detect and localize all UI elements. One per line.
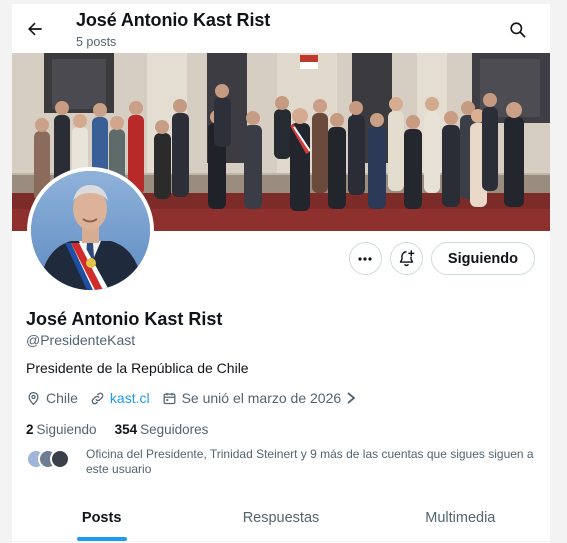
followers-count-link[interactable]: 354 Seguidores bbox=[115, 422, 209, 437]
post-count: 5 posts bbox=[76, 35, 117, 49]
tab-posts[interactable]: Posts bbox=[12, 494, 191, 541]
tab-label: Posts bbox=[81, 509, 122, 526]
location-pin-icon bbox=[28, 391, 39, 405]
website-link[interactable]: kast.cl bbox=[110, 390, 150, 406]
calendar-icon bbox=[163, 392, 176, 404]
profile-handle: @PresidenteKast bbox=[26, 332, 136, 348]
tab-multimedia[interactable]: Multimedia bbox=[371, 494, 550, 541]
avatar-photo bbox=[31, 171, 150, 290]
notifications-button[interactable] bbox=[389, 242, 423, 275]
known-follower-avatar bbox=[50, 449, 70, 469]
joined-text: Se unió el marzo de 2026 bbox=[181, 390, 342, 406]
back-arrow-icon bbox=[28, 22, 42, 36]
profile-name: José Antonio Kast Rist bbox=[26, 309, 223, 329]
more-icon bbox=[358, 256, 373, 261]
profile-stats: 2 Siguiendo 354 Seguidores bbox=[26, 422, 226, 437]
search-icon bbox=[509, 21, 525, 37]
profile-page: José Antonio Kast Rist 5 posts Siguiendo… bbox=[12, 4, 550, 543]
chevron-right-icon bbox=[347, 392, 356, 404]
known-followers-text: Oficina del Presidente, Trinidad Steiner… bbox=[86, 447, 534, 476]
website-item: kast.cl bbox=[90, 390, 150, 406]
bell-plus-icon bbox=[399, 250, 415, 267]
followers-label: Seguidores bbox=[140, 422, 209, 437]
profile-avatar[interactable] bbox=[27, 167, 154, 294]
known-followers[interactable]: Oficina del Presidente, Trinidad Steiner… bbox=[26, 447, 536, 476]
link-icon bbox=[91, 392, 104, 404]
top-bar: José Antonio Kast Rist 5 posts bbox=[12, 4, 550, 53]
following-label: Siguiendo bbox=[36, 422, 97, 437]
known-followers-avatars bbox=[26, 449, 74, 471]
more-button[interactable] bbox=[348, 242, 382, 275]
following-count-link[interactable]: 2 Siguiendo bbox=[26, 422, 97, 437]
back-button[interactable] bbox=[22, 16, 48, 42]
profile-meta: Chile kast.cl Se unió el marzo de 2026 bbox=[26, 390, 369, 406]
following-button[interactable]: Siguiendo bbox=[430, 242, 535, 275]
header-title: José Antonio Kast Rist bbox=[76, 10, 271, 30]
profile-actions: Siguiendo bbox=[348, 242, 535, 275]
location-text: Chile bbox=[46, 390, 78, 406]
followers-count: 354 bbox=[114, 422, 138, 437]
active-tab-indicator bbox=[76, 537, 127, 541]
tab-respuestas[interactable]: Respuestas bbox=[191, 494, 370, 541]
profile-tabs: Posts Respuestas Multimedia bbox=[12, 494, 550, 542]
search-button[interactable] bbox=[504, 16, 530, 42]
joined-item[interactable]: Se unió el marzo de 2026 bbox=[162, 390, 358, 406]
tab-label: Respuestas bbox=[242, 509, 320, 526]
following-count: 2 bbox=[26, 422, 34, 437]
profile-bio: Presidente de la República de Chile bbox=[26, 360, 249, 376]
tab-label: Multimedia bbox=[425, 509, 496, 526]
location-item: Chile bbox=[26, 390, 78, 406]
